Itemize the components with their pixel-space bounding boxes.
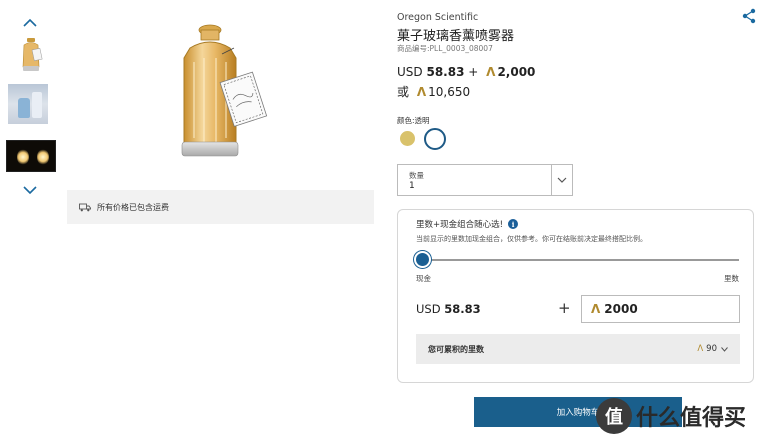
truck-icon [79, 203, 91, 211]
product-sku: 商品编号:PLL_0003_08007 [397, 44, 493, 53]
avios-icon: Λ [416, 85, 427, 99]
quantity-label: 数量 [409, 171, 424, 180]
price-amount: 58.83 [426, 65, 465, 79]
panel-title: 里数+现金组合随心选! i [416, 218, 519, 230]
cash-amount: USD 58.83 [416, 302, 481, 316]
avios-input[interactable]: Λ 2000 [581, 295, 740, 323]
earn-amount: 90 [706, 344, 717, 354]
quantity-select[interactable]: 数量 1 [397, 164, 573, 196]
thumbnail-2[interactable] [8, 84, 48, 124]
shipping-text: 所有价格已包含运费 [97, 202, 169, 212]
share-icon[interactable] [741, 8, 757, 24]
price-avios-only: 或 Λ 10,650 [397, 83, 470, 100]
avios-icon: Λ [591, 302, 601, 316]
color-swatch-clear[interactable] [424, 128, 446, 150]
chevron-up-icon[interactable] [18, 10, 42, 34]
price-avios: 2,000 [497, 65, 536, 79]
price-currency: USD [397, 65, 423, 79]
slider-left-label: 现金 [416, 274, 431, 283]
panel-title-text: 里数+现金组合随心选! [416, 220, 504, 230]
watermark: 值 什么值得买 [596, 398, 746, 434]
price-or: 或 [397, 85, 410, 99]
watermark-text: 什么值得买 [636, 406, 747, 431]
brand-name[interactable]: Oregon Scientific [397, 12, 478, 23]
watermark-logo: 值 [596, 398, 632, 434]
plus-sign: + [558, 299, 571, 317]
chevron-down-icon [721, 346, 728, 352]
thumbnail-gallery [0, 0, 60, 443]
price-cash-plus-avios: USD 58.83 + Λ 2,000 [397, 65, 535, 79]
panel-subtitle: 当前显示的里数加现金组合，仅供参考。你可在结账前决定最终搭配比例。 [416, 235, 647, 243]
avios-input-value: 2000 [604, 302, 638, 316]
chevron-down-icon[interactable] [18, 178, 42, 202]
avios-icon: Λ [486, 65, 496, 79]
thumbnail-1[interactable] [6, 36, 56, 74]
info-icon[interactable]: i [508, 219, 519, 229]
price-plus: + [468, 65, 479, 79]
earn-avios-bar[interactable]: 您可累积的里数 Λ 90 [416, 334, 740, 364]
color-label: 颜色:透明 [397, 116, 430, 125]
product-title: 菓子玻璃香薰喷雾器 [397, 29, 515, 44]
cash-value: 58.83 [444, 302, 481, 316]
quantity-value: 1 [409, 181, 415, 191]
slider-right-label: 里数 [724, 274, 739, 283]
shipping-notice: 所有价格已包含运费 [67, 190, 374, 224]
cash-currency: USD [416, 302, 441, 316]
color-swatch-gold[interactable] [400, 131, 415, 146]
earn-label: 您可累积的里数 [428, 344, 484, 354]
avios-cash-panel: 里数+现金组合随心选! i 当前显示的里数加现金组合，仅供参考。你可在结账前决定… [397, 209, 754, 383]
price-avios-total: 10,650 [428, 85, 471, 99]
earn-value: Λ 90 [697, 344, 728, 354]
product-image [160, 18, 276, 178]
thumbnail-3[interactable] [6, 140, 56, 172]
chevron-down-icon[interactable] [551, 165, 572, 195]
slider-track[interactable] [418, 259, 739, 261]
slider-handle[interactable] [414, 251, 431, 268]
avios-icon: Λ [697, 344, 704, 354]
